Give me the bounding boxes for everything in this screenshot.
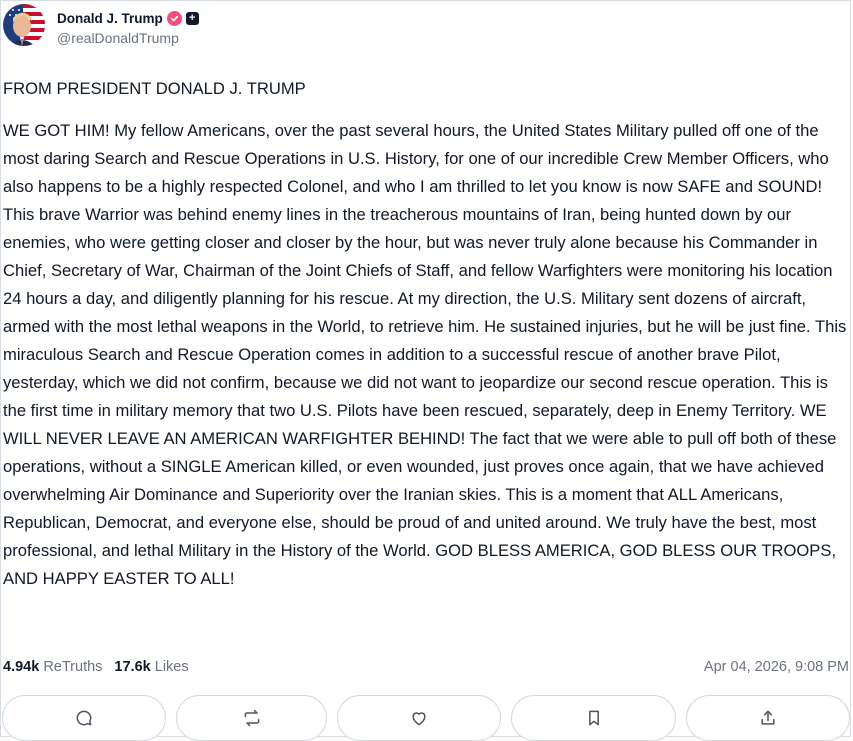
- avatar[interactable]: [3, 4, 45, 46]
- action-bar: [0, 695, 853, 741]
- post-text: WE GOT HIM! My fellow Americans, over th…: [3, 121, 847, 588]
- like-button[interactable]: [337, 695, 501, 741]
- bookmark-button[interactable]: [511, 695, 676, 741]
- plus-badge-icon: +: [185, 11, 199, 25]
- author-display-name[interactable]: Donald J. Trump: [57, 11, 163, 26]
- likes-stat[interactable]: 17.6k Likes: [114, 659, 188, 675]
- share-icon: [761, 710, 775, 725]
- likes-label: Likes: [154, 659, 189, 675]
- post-heading: FROM PRESIDENT DONALD J. TRUMP: [3, 79, 306, 98]
- post-timestamp[interactable]: Apr 04, 2026, 9:08 PM: [704, 659, 849, 675]
- retruths-count: 4.94k: [3, 659, 40, 675]
- post-content: FROM PRESIDENT DONALD J. TRUMP WE GOT HI…: [3, 75, 849, 593]
- retruths-stat[interactable]: 4.94k ReTruths: [3, 659, 102, 675]
- retruth-icon: [244, 709, 259, 727]
- share-button[interactable]: [686, 695, 850, 741]
- retruth-button[interactable]: [176, 695, 327, 741]
- likes-count: 17.6k: [114, 659, 151, 675]
- reply-icon: [76, 710, 92, 726]
- like-icon: [412, 712, 426, 726]
- post-stats: 4.94k ReTruths 17.6k Likes: [3, 659, 189, 675]
- bookmark-icon: [588, 710, 599, 726]
- author-name-row: Donald J. Trump +: [57, 8, 199, 28]
- reply-button[interactable]: [2, 695, 166, 741]
- author-handle[interactable]: @realDonaldTrump: [57, 30, 179, 46]
- retruths-label: ReTruths: [43, 659, 103, 675]
- verified-check-icon: [166, 10, 182, 26]
